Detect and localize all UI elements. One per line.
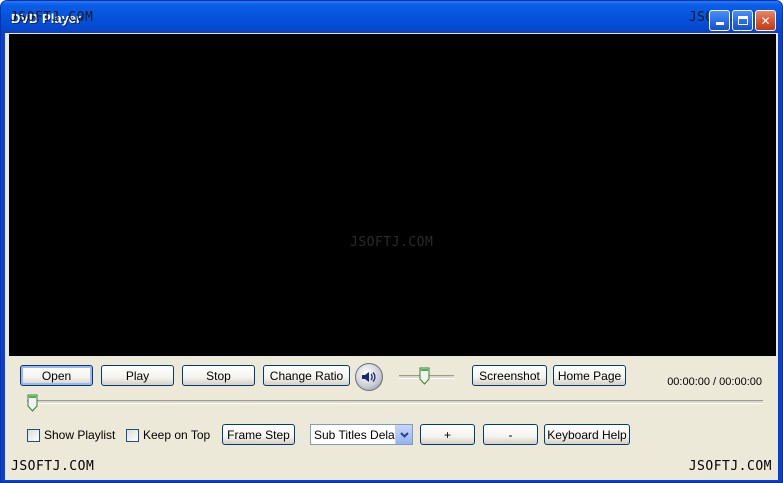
title-bar[interactable]: DVD Player JSOFTJ.COM JSOFTJ.COM ✕ (1, 1, 782, 33)
keyboard-help-button[interactable]: Keyboard Help (544, 424, 630, 445)
time-readout: 00:00:00 / 00:00:00 (667, 376, 762, 388)
volume-slider-thumb[interactable] (419, 367, 430, 385)
play-button[interactable]: Play (101, 365, 174, 386)
show-playlist-checkbox[interactable]: Show Playlist (27, 428, 115, 442)
chevron-down-icon (399, 431, 409, 438)
close-button[interactable]: ✕ (755, 10, 776, 31)
keep-on-top-checkbox[interactable]: Keep on Top (126, 428, 210, 442)
speaker-icon (362, 372, 376, 382)
home-page-button[interactable]: Home Page (553, 365, 626, 386)
minimize-icon (715, 22, 724, 25)
subtitles-delay-select[interactable]: Sub Titles Delay (310, 424, 413, 445)
player-client-area: JSOFTJ.COM Open Play Stop Change Ratio S… (5, 33, 778, 480)
video-watermark: JSOFTJ.COM (350, 235, 434, 250)
dropdown-arrow-button[interactable] (395, 425, 412, 444)
watermark-bottom-right: JSOFTJ.COM (688, 459, 772, 474)
seek-bar-track[interactable] (27, 400, 763, 404)
delay-plus-button[interactable]: + (420, 424, 475, 445)
keep-on-top-label: Keep on Top (143, 428, 211, 442)
show-playlist-label: Show Playlist (44, 428, 116, 442)
stop-button[interactable]: Stop (182, 365, 255, 386)
maximize-button[interactable] (732, 10, 753, 31)
video-display[interactable]: JSOFTJ.COM (9, 34, 776, 356)
keep-on-top-box[interactable] (126, 428, 139, 442)
seek-bar-thumb[interactable] (27, 394, 38, 412)
open-button[interactable]: Open (20, 365, 93, 386)
subtitles-delay-value: Sub Titles Delay (314, 427, 395, 442)
frame-step-button[interactable]: Frame Step (222, 424, 295, 445)
close-icon: ✕ (760, 13, 771, 28)
mute-button[interactable] (355, 363, 383, 391)
maximize-icon (737, 16, 748, 25)
minimize-button[interactable] (709, 10, 730, 31)
show-playlist-box[interactable] (27, 428, 40, 442)
app-window: DVD Player JSOFTJ.COM JSOFTJ.COM ✕ JSOFT… (0, 0, 783, 483)
watermark-top-left: JSOFTJ.COM (10, 10, 94, 25)
screenshot-button[interactable]: Screenshot (472, 365, 547, 386)
delay-minus-button[interactable]: - (483, 424, 538, 445)
watermark-bottom-left: JSOFTJ.COM (11, 459, 95, 474)
change-ratio-button[interactable]: Change Ratio (263, 365, 350, 386)
